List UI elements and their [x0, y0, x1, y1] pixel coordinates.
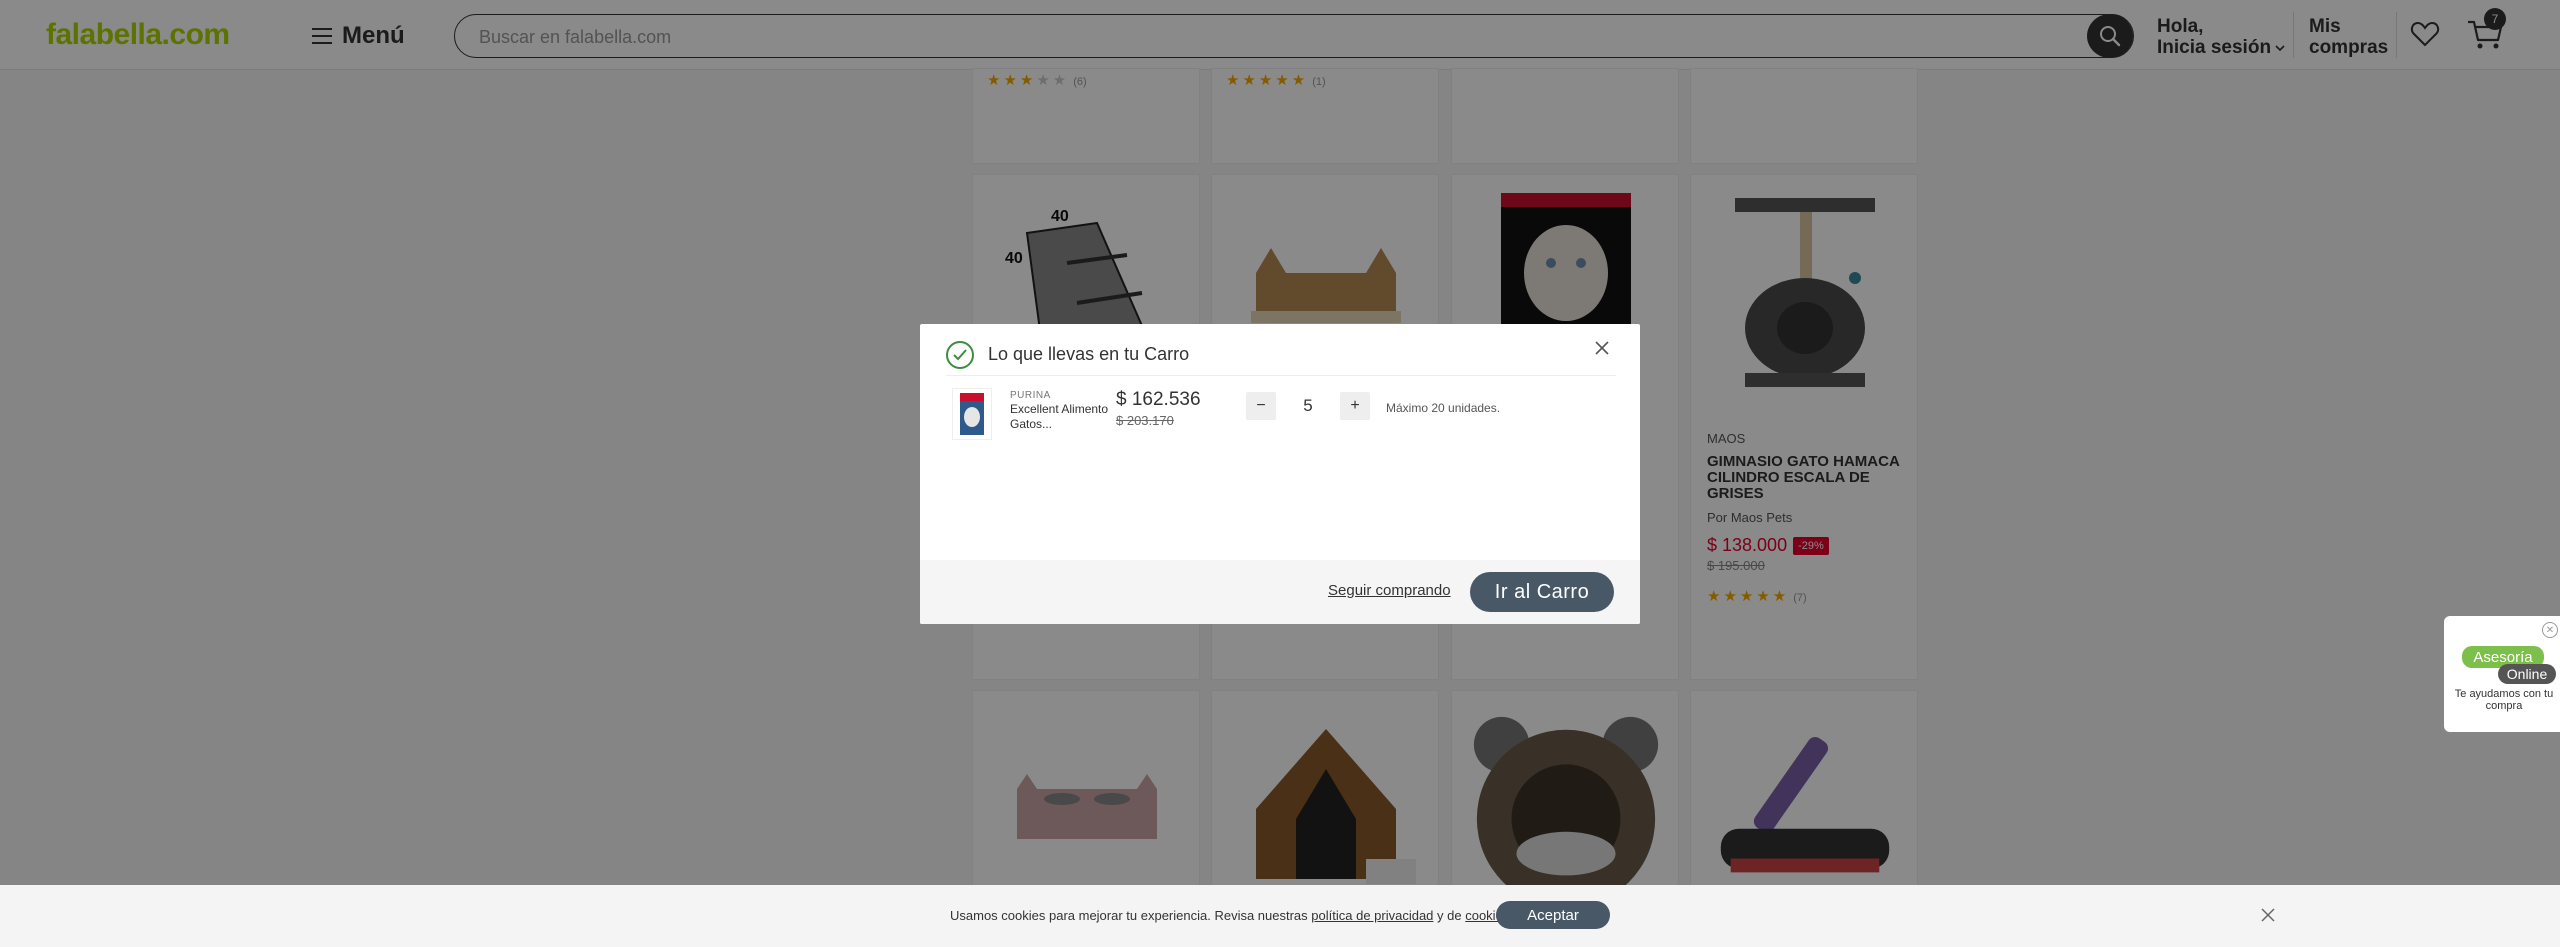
increase-quantity-button[interactable]: +	[1340, 392, 1370, 420]
close-icon[interactable]	[1592, 338, 1612, 358]
max-units-note: Máximo 20 unidades.	[1386, 401, 1501, 415]
assistance-text: Te ayudamos con tu compra	[2454, 688, 2554, 712]
modal-header: Lo que llevas en tu Carro	[946, 334, 1616, 376]
modal-footer: Seguir comprando Ir al Carro	[920, 560, 1640, 624]
privacy-policy-link[interactable]: política de privacidad	[1311, 908, 1433, 923]
cart-item-old-price: $ 203.170	[1116, 413, 1174, 428]
decrease-quantity-button[interactable]: −	[1246, 392, 1276, 420]
cookie-text-before: Usamos cookies para mejorar tu experienc…	[950, 908, 1312, 923]
go-to-cart-button[interactable]: Ir al Carro	[1470, 572, 1614, 612]
cart-item-price: $ 162.536	[1116, 389, 1201, 410]
quantity-value[interactable]: 5	[1282, 396, 1334, 416]
keep-shopping-link[interactable]: Seguir comprando	[1328, 582, 1451, 599]
accept-cookies-button[interactable]: Aceptar	[1496, 901, 1610, 929]
online-assistance-widget[interactable]: ✕ Asesoría Online Te ayudamos con tu com…	[2444, 616, 2560, 732]
cookie-text: Usamos cookies para mejorar tu experienc…	[950, 908, 1513, 923]
close-icon[interactable]: ✕	[2542, 622, 2558, 638]
cart-item-row: PURINA Excellent Alimento Gatos... $ 162…	[946, 384, 1616, 444]
cart-item-thumbnail[interactable]	[952, 388, 992, 440]
cookie-banner: Usamos cookies para mejorar tu experienc…	[0, 885, 2560, 947]
check-circle-icon	[946, 340, 974, 369]
cookie-text-mid: y de	[1433, 908, 1466, 923]
modal-title: Lo que llevas en tu Carro	[988, 344, 1190, 364]
cart-item-name[interactable]: Excellent Alimento Gatos...	[1010, 402, 1110, 432]
online-badge: Online	[2498, 664, 2556, 684]
added-to-cart-modal: Lo que llevas en tu Carro PURINA Excelle…	[920, 324, 1640, 624]
cart-item-brand: PURINA	[1010, 390, 1051, 401]
close-icon[interactable]	[2260, 907, 2276, 923]
